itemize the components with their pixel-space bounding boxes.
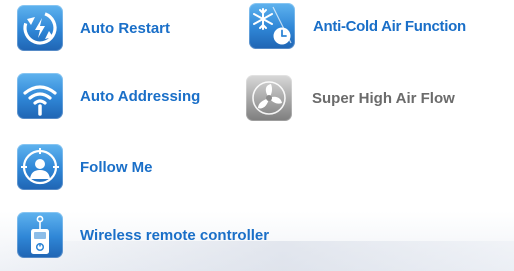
feature-label: Anti-Cold Air Function	[313, 17, 466, 35]
feature-wireless-remote-controller: Wireless remote controller	[17, 212, 269, 258]
fan-icon	[246, 75, 292, 121]
auto-restart-icon	[17, 5, 63, 51]
feature-auto-restart: Auto Restart	[17, 5, 170, 51]
wifi-icon	[17, 73, 63, 119]
feature-label: Follow Me	[80, 158, 153, 176]
snowflake-clock-icon	[249, 3, 295, 49]
feature-label: Auto Addressing	[80, 87, 201, 105]
feature-panel: Auto Restart Anti-Cold Air Function Auto…	[0, 0, 514, 271]
remote-controller-icon	[17, 212, 63, 258]
feature-label: Wireless remote controller	[80, 226, 270, 244]
feature-label: Auto Restart	[80, 19, 171, 37]
person-target-icon	[17, 144, 63, 190]
feature-auto-addressing: Auto Addressing	[17, 73, 200, 119]
feature-super-high-air-flow: Super High Air Flow	[246, 75, 455, 121]
feature-anti-cold-air: Anti-Cold Air Function	[249, 3, 466, 49]
feature-follow-me: Follow Me	[17, 144, 153, 190]
feature-label: Super High Air Flow	[312, 89, 455, 107]
